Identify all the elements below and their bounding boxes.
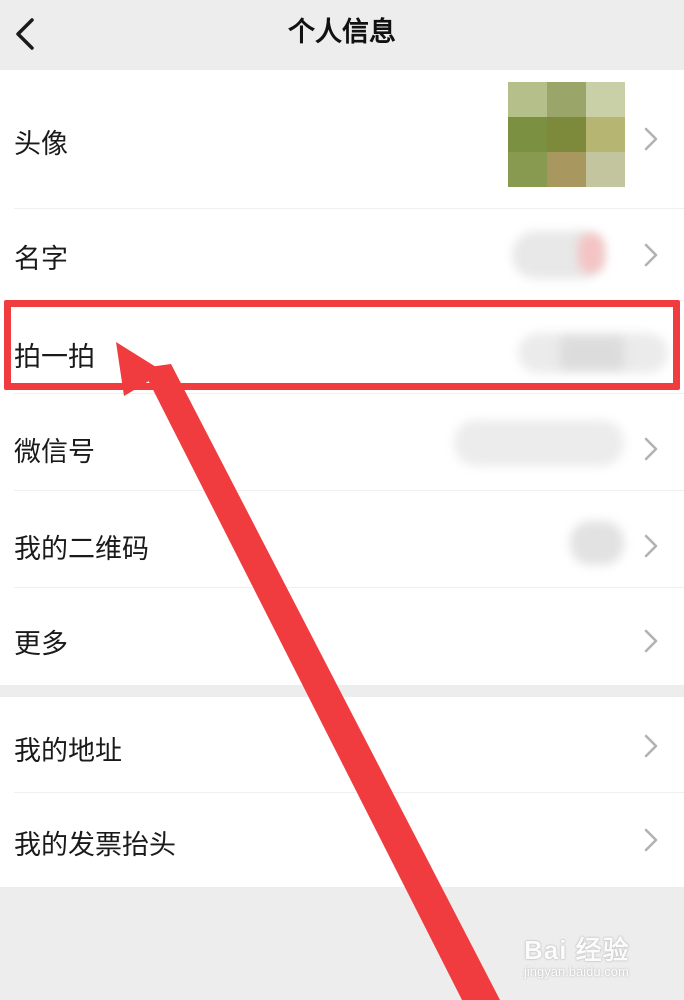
avatar-row[interactable]: 头像	[0, 70, 684, 208]
wechat-id-row[interactable]: 微信号	[0, 394, 684, 490]
more-label: 更多	[14, 629, 68, 660]
qr-code-blur	[570, 521, 624, 565]
watermark-subtext: jingyan.baidu.com	[524, 964, 629, 979]
pat-pat-row[interactable]: 拍一拍	[0, 301, 684, 393]
pat-pat-value-blur-inner	[560, 337, 624, 369]
profile-settings-group: 头像 名字 拍一拍 微信号 我的二维码 更多	[0, 70, 684, 685]
qr-code-row[interactable]: 我的二维码	[0, 491, 684, 587]
watermark-text: Bai 经验	[524, 935, 630, 965]
extra-settings-group: 我的地址 我的发票抬头	[0, 697, 684, 887]
wechat-id-value-blur	[454, 420, 624, 466]
invoice-title-row[interactable]: 我的发票抬头	[0, 793, 684, 887]
name-row[interactable]: 名字	[0, 209, 684, 300]
navigation-bar: 个人信息	[0, 0, 684, 70]
avatar-label: 头像	[14, 129, 68, 160]
my-address-row[interactable]: 我的地址	[0, 697, 684, 792]
qr-code-label: 我的二维码	[14, 534, 149, 565]
invoice-title-label: 我的发票抬头	[14, 830, 176, 861]
pat-pat-label: 拍一拍	[14, 342, 95, 373]
chevron-right-icon	[644, 534, 658, 558]
chevron-right-icon	[644, 629, 658, 653]
my-address-label: 我的地址	[14, 736, 122, 767]
chevron-right-icon	[644, 437, 658, 461]
chevron-right-icon	[644, 127, 658, 151]
name-value-blur-accent	[578, 233, 604, 273]
chevron-right-icon	[644, 828, 658, 852]
chevron-right-icon	[644, 243, 658, 267]
page-title: 个人信息	[288, 17, 396, 48]
watermark: Bai 经验 jingyan.baidu.com	[520, 928, 680, 998]
wechat-id-label: 微信号	[14, 437, 95, 468]
chevron-right-icon	[644, 734, 658, 758]
name-label: 名字	[14, 244, 68, 275]
more-row[interactable]: 更多	[0, 588, 684, 685]
avatar	[508, 82, 625, 187]
